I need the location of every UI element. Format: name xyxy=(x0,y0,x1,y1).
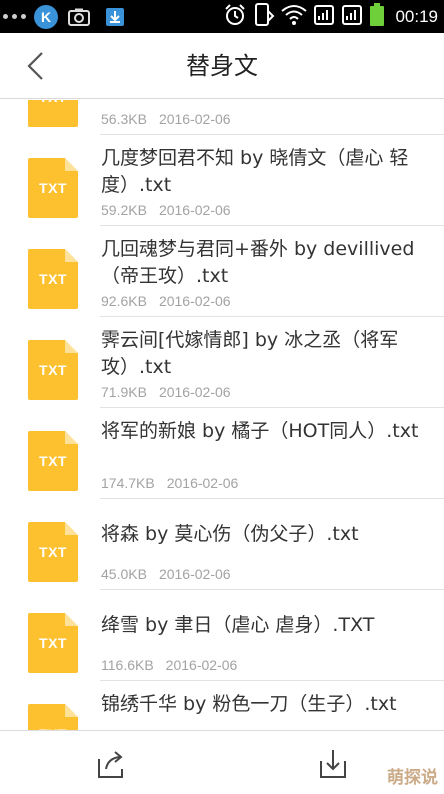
camera-icon xyxy=(64,0,94,33)
list-item[interactable]: TXT 绛雪 by 聿日（虐心 虐身）.TXT 116.6KB 2016-02-06 xyxy=(0,590,444,681)
file-type-label: TXT xyxy=(39,544,67,560)
k-app-icon: K xyxy=(34,4,58,29)
txt-file-icon: TXT xyxy=(28,158,78,218)
list-item[interactable]: TXT 锦绣千华 by 粉色一刀（生子）.txt xyxy=(0,681,444,730)
file-date: 2016-02-06 xyxy=(166,475,239,491)
list-item[interactable]: TXT 霁云间[代嫁情郎] by 冰之丞（将军攻）.txt 71.9KB 2016-0… xyxy=(0,317,444,408)
file-type-label: TXT xyxy=(28,100,78,105)
file-date: 2016-02-06 xyxy=(158,566,231,582)
watermark: 萌探说 xyxy=(387,768,438,788)
list-item[interactable]: TXT 将森 by 莫心伤（伪父子）.txt 45.0KB 2016-02-06 xyxy=(0,499,444,590)
file-meta: 71.9KB 2016-02-06 xyxy=(101,384,231,400)
file-size: 45.0KB xyxy=(101,566,147,582)
signal-icon xyxy=(313,4,335,30)
file-name: 几回魂梦与君同+番外 by devillived（帝王攻）.txt xyxy=(101,238,415,287)
file-size: 92.6KB xyxy=(101,293,147,309)
file-name: 绛雪 by 聿日（虐心 虐身）.TXT xyxy=(101,614,375,636)
txt-file-icon: TXT xyxy=(28,249,78,309)
file-meta: 45.0KB 2016-02-06 xyxy=(101,566,231,582)
bottom-toolbar: 萌探说 xyxy=(0,730,444,794)
file-name: 将军的新娘 by 橘子（HOT同人）.txt xyxy=(101,420,419,442)
file-date: 2016-02-06 xyxy=(158,111,231,127)
list-item[interactable]: TXT 将军的新娘 by 橘子（HOT同人）.txt 174.7KB 2016-02-… xyxy=(0,408,444,499)
file-meta: 174.7KB 2016-02-06 xyxy=(101,475,238,491)
txt-file-icon: TXT xyxy=(28,522,78,582)
status-bar: K 00:19 xyxy=(0,0,444,33)
txt-file-icon: TXT xyxy=(28,431,78,491)
file-name: 霁云间[代嫁情郎] by 冰之丞（将军攻）.txt xyxy=(101,329,399,378)
file-size: 56.3KB xyxy=(101,111,147,127)
txt-file-icon: TXT xyxy=(28,100,78,127)
file-type-label: TXT xyxy=(39,362,67,378)
file-name: 锦绣千华 by 粉色一刀（生子）.txt xyxy=(101,693,397,715)
file-meta: 56.3KB 2016-02-06 xyxy=(101,111,231,127)
list-item[interactable]: TXT 几度梦回君不知 by 晓倩文（虐心 轻度）.txt 59.2KB 2016-0… xyxy=(0,135,444,226)
header: 替身文 xyxy=(0,33,444,99)
file-meta: 59.2KB 2016-02-06 xyxy=(101,202,231,218)
txt-file-icon: TXT xyxy=(28,613,78,673)
file-type-label: TXT xyxy=(39,453,67,469)
file-date: 2016-02-06 xyxy=(165,657,238,673)
alarm-icon xyxy=(223,3,247,31)
file-size: 71.9KB xyxy=(101,384,147,400)
download-icon xyxy=(100,0,130,33)
signal-icon xyxy=(341,4,363,30)
file-size: 174.7KB xyxy=(101,475,155,491)
file-date: 2016-02-06 xyxy=(158,202,231,218)
share-icon[interactable] xyxy=(94,747,128,781)
phone-icon xyxy=(253,2,275,31)
file-meta: 116.6KB 2016-02-06 xyxy=(101,657,237,673)
txt-file-icon: TXT xyxy=(28,704,78,730)
back-chevron-icon[interactable] xyxy=(20,49,54,83)
file-meta: 92.6KB 2016-02-06 xyxy=(101,293,231,309)
file-list[interactable]: TXT安）.txt56.3KB2016-02-06TXT几度梦回君不知 by 晓… xyxy=(0,100,444,730)
battery-icon xyxy=(369,2,385,31)
list-item[interactable]: TXT 几回魂梦与君同+番外 by devillived（帝王攻）.txt 92.6… xyxy=(0,226,444,317)
more-dots-icon xyxy=(0,0,30,33)
file-type-label: TXT xyxy=(39,635,67,651)
txt-file-icon: TXT xyxy=(28,340,78,400)
clock-time: 00:19 xyxy=(395,6,438,26)
download-tray-icon[interactable] xyxy=(316,747,350,781)
page-title: 替身文 xyxy=(186,52,258,80)
file-date: 2016-02-06 xyxy=(158,293,231,309)
file-type-label: TXT xyxy=(39,180,67,196)
wifi-icon xyxy=(281,4,308,30)
file-date: 2016-02-06 xyxy=(158,384,231,400)
file-size: 59.2KB xyxy=(101,202,147,218)
list-item[interactable]: TXT安）.txt56.3KB2016-02-06 xyxy=(0,100,444,135)
file-name: 将森 by 莫心伤（伪父子）.txt xyxy=(101,523,359,545)
file-size: 116.6KB xyxy=(101,657,154,673)
file-type-label: TXT xyxy=(39,271,67,287)
file-name: 几度梦回君不知 by 晓倩文（虐心 轻度）.txt xyxy=(101,147,409,196)
